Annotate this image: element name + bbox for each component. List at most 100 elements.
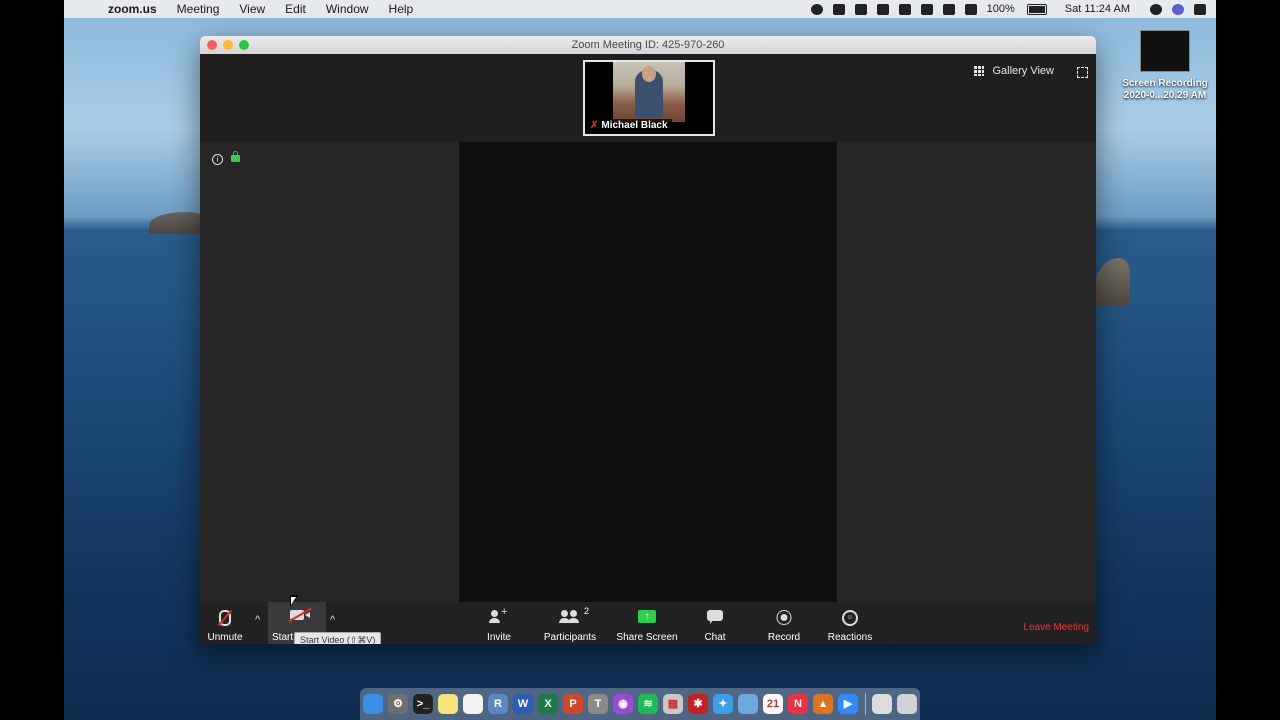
dock-trash-icon[interactable] [897,694,917,714]
menu-bar: zoom.us Meeting View Edit Window Help 10… [64,0,1216,18]
dock-safari-icon[interactable]: ✦ [713,694,733,714]
desktop: zoom.us Meeting View Edit Window Help 10… [64,0,1216,720]
dock-grid-app-icon[interactable]: ▦ [663,694,683,714]
battery-icon[interactable] [1026,3,1047,15]
participant-name: Michael Black [601,120,668,131]
invite-button[interactable]: + Invite [478,602,520,644]
dropbox-icon[interactable] [898,3,911,15]
share-screen-button[interactable]: ↑ Share Screen [614,602,680,644]
reactions-smiley-icon: ☺ [842,610,858,626]
file-label-line2: 2020-0...20.29 AM [1123,90,1207,101]
window-title: Zoom Meeting ID: 425-970-260 [571,39,725,51]
record-label: Record [767,632,801,643]
leave-meeting-button[interactable]: Leave Meeting [1023,622,1089,633]
participants-button[interactable]: 2 Participants [538,602,602,644]
microphone-muted-icon [219,610,231,626]
screen-icon[interactable] [832,3,845,15]
dock-excel-icon[interactable]: X [538,694,558,714]
dock-spotify-icon[interactable]: ≋ [638,694,658,714]
menu-help[interactable]: Help [389,2,414,16]
window-titlebar[interactable]: Zoom Meeting ID: 425-970-260 [200,36,1096,54]
muted-mic-icon: ✗ [590,120,599,131]
dock-notes-icon[interactable] [438,694,458,714]
dock-word-icon[interactable]: W [513,694,533,714]
dock-preview-icon[interactable] [738,694,758,714]
bluetooth-icon[interactable] [920,3,933,15]
adobe-icon[interactable] [854,3,867,15]
dock-settings-red-icon[interactable]: ✱ [688,694,708,714]
dock-separator [864,693,866,715]
extension-icon[interactable] [876,3,889,15]
dock-system-preferences-icon[interactable]: ⚙ [388,694,408,714]
participant-name-tag: ✗ Michael Black [587,119,672,133]
encryption-lock-icon[interactable] [231,151,240,162]
dock-terminal-icon[interactable]: >_ [413,694,433,714]
invite-label: Invite [487,632,511,643]
meeting-toolbar: Unmute ^ Start Video ^ + Invite 2 Partic… [200,602,1096,644]
desktop-file-screen-recording[interactable]: Screen Recording 2020-0...20.29 AM [1115,30,1215,102]
zoom-button[interactable] [239,40,249,50]
minimize-button[interactable] [223,40,233,50]
participant-head [642,66,656,82]
rock-formation [1094,258,1130,306]
invite-icon: + [489,606,507,623]
dock-podcasts-icon[interactable]: ◉ [613,694,633,714]
close-button[interactable] [207,40,217,50]
menu-view[interactable]: View [239,2,265,16]
chat-button[interactable]: Chat [694,602,736,644]
video-options-chevron-icon[interactable]: ^ [330,614,335,626]
dock-finder-icon[interactable] [363,694,383,714]
menu-window[interactable]: Window [326,2,369,16]
siri-icon[interactable] [1172,3,1184,15]
dock-calendar-icon[interactable]: 21 [763,694,783,714]
dock-r-icon[interactable]: R [488,694,508,714]
gallery-view-label: Gallery View [992,65,1054,77]
audio-options-chevron-icon[interactable]: ^ [255,614,260,626]
reactions-label: Reactions [827,632,873,643]
volume-icon[interactable] [964,3,977,15]
record-button[interactable]: Record [760,602,808,644]
menu-meeting[interactable]: Meeting [177,2,220,16]
menu-app-name[interactable]: zoom.us [108,2,157,16]
gallery-view-button[interactable]: Gallery View [974,65,1054,77]
participants-icon [559,610,579,623]
info-icon[interactable]: i [212,154,223,165]
participants-label: Participants [543,632,597,643]
record-status-icon[interactable] [810,3,823,15]
zoom-meeting-window: Zoom Meeting ID: 425-970-260 ✗ Michael Bl… [200,36,1096,644]
dock-matlab-icon[interactable]: ▲ [813,694,833,714]
unmute-label: Unmute [207,632,243,643]
thumbnail-strip: ✗ Michael Black Gallery View [200,54,1096,142]
dock-tex-icon[interactable]: T [588,694,608,714]
participant-thumbnail[interactable]: ✗ Michael Black [583,60,715,136]
participant-video [613,62,685,122]
apple-menu-icon[interactable] [80,2,94,16]
unmute-button[interactable]: Unmute [204,602,246,644]
share-screen-icon: ↑ [638,610,656,623]
main-video-area: i [200,142,1096,602]
chat-label: Chat [704,632,726,643]
record-icon [776,610,792,625]
chat-icon [707,610,723,624]
file-thumbnail [1140,30,1190,72]
active-speaker-video [459,142,837,602]
reactions-button[interactable]: ☺ Reactions [824,602,876,644]
wifi-icon[interactable] [942,3,955,15]
file-label-line1: Screen Recording [1122,78,1208,89]
file-label: Screen Recording 2020-0...20.29 AM [1115,78,1215,102]
dock-documents-icon[interactable] [872,694,892,714]
notification-center-icon[interactable] [1194,3,1206,15]
grid-icon [974,66,985,76]
start-video-tooltip: Start Video (⇧⌘V) [294,632,382,644]
battery-percent[interactable]: 100% [987,3,1015,15]
clock[interactable]: Sat 11:24 AM [1065,3,1130,15]
dock-news-icon[interactable]: N [788,694,808,714]
share-screen-label: Share Screen [616,632,678,643]
dock-powerpoint-icon[interactable]: P [563,694,583,714]
video-off-icon [290,610,310,620]
dock-textedit-icon[interactable] [463,694,483,714]
menu-edit[interactable]: Edit [285,2,306,16]
spotlight-icon[interactable] [1150,3,1162,15]
fullscreen-icon[interactable] [1077,67,1088,78]
dock-zoom-icon[interactable]: ▶ [838,694,858,714]
